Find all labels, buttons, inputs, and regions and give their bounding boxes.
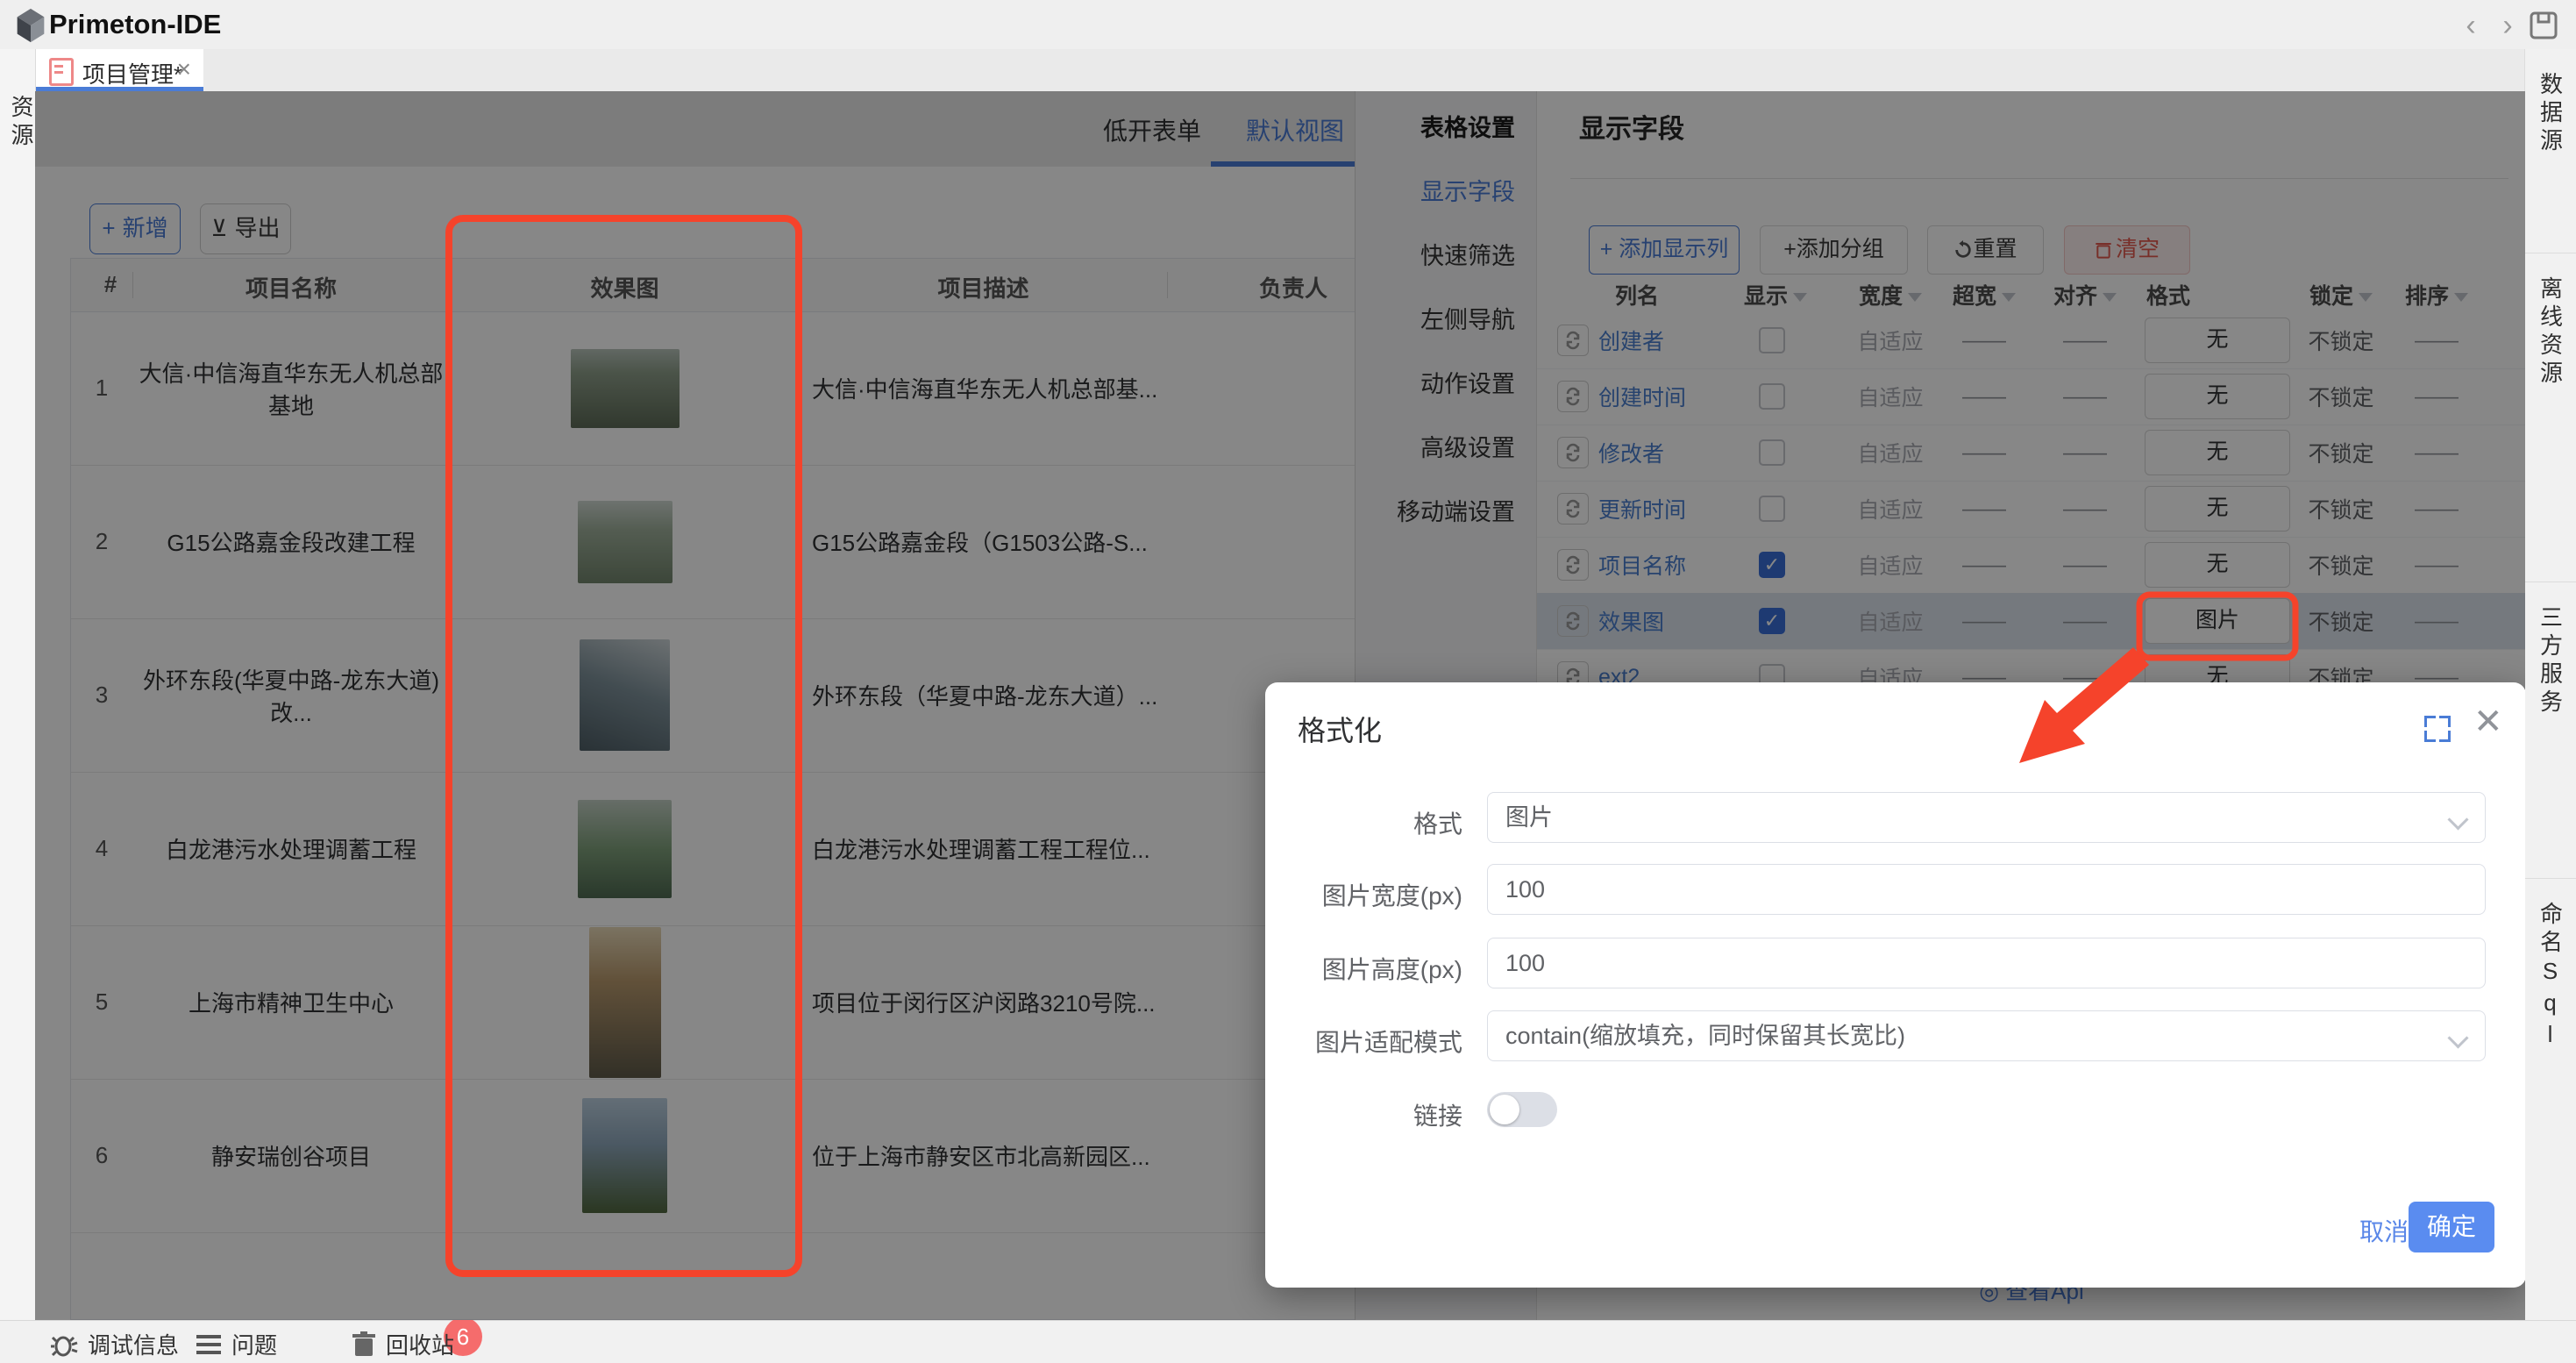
- document-icon: [49, 58, 74, 86]
- app-window: Primeton-IDE ‹ › 项目管理* × 资源 数据源 离线资源 三方服…: [0, 0, 2576, 1363]
- format-label: 格式: [1265, 805, 1462, 840]
- app-title: Primeton-IDE: [49, 9, 221, 40]
- save-icon[interactable]: [2529, 11, 2558, 40]
- image-fit-select[interactable]: contain(缩放填充，同时保留其长宽比): [1487, 1010, 2486, 1061]
- titlebar: Primeton-IDE ‹ ›: [0, 0, 2576, 50]
- format-select[interactable]: 图片: [1487, 792, 2486, 843]
- modal-close-icon[interactable]: ✕: [2473, 702, 2503, 742]
- image-fit-label: 图片适配模式: [1265, 1024, 1462, 1059]
- image-height-input[interactable]: 100: [1487, 938, 2486, 988]
- statusbar-debug-info[interactable]: 调试信息: [51, 1328, 179, 1358]
- trash-icon: [351, 1331, 377, 1359]
- right-rail: 数据源 离线资源 三方服务 命名Sql: [2524, 49, 2576, 1320]
- app-logo-icon: [11, 5, 51, 46]
- format-modal: 格式化 ✕ 格式 图片 图片宽度(px) 100 图片高度(px) 100 图片…: [1265, 682, 2525, 1288]
- chevron-down-icon: [2447, 809, 2468, 830]
- image-width-input[interactable]: 100: [1487, 864, 2486, 915]
- bug-icon: [51, 1331, 79, 1359]
- statusbar-problems[interactable]: 问题 6: [195, 1328, 277, 1358]
- editor-tabbar: 项目管理* ×: [35, 49, 2525, 92]
- tab-project-management[interactable]: 项目管理* ×: [33, 49, 203, 91]
- image-width-label: 图片宽度(px): [1265, 877, 1462, 912]
- nav-back-icon[interactable]: ‹: [2455, 9, 2487, 43]
- tab-close-icon[interactable]: ×: [177, 55, 191, 83]
- chevron-down-icon: [2447, 1027, 2468, 1048]
- modal-title: 格式化: [1298, 709, 1382, 749]
- image-height-label: 图片高度(px): [1265, 951, 1462, 986]
- statusbar: 调试信息 问题 6 回收站: [0, 1320, 2576, 1363]
- fullscreen-icon[interactable]: [2424, 716, 2451, 742]
- rail-item-resources[interactable]: 资源: [5, 95, 38, 151]
- tab-label: 项目管理*: [82, 57, 182, 89]
- rail-item-named-sql[interactable]: 命名Sql: [2525, 879, 2576, 1278]
- link-label: 链接: [1265, 1097, 1462, 1132]
- statusbar-recycle-bin[interactable]: 回收站: [351, 1328, 454, 1358]
- left-rail: 资源: [0, 49, 36, 1320]
- rail-item-offline-resources[interactable]: 离线资源: [2525, 253, 2576, 582]
- confirm-button[interactable]: 确定: [2409, 1202, 2494, 1252]
- cancel-button[interactable]: 取消: [2359, 1213, 2409, 1248]
- list-icon: [195, 1331, 223, 1359]
- rail-item-datasource[interactable]: 数据源: [2525, 49, 2576, 253]
- nav-forward-icon[interactable]: ›: [2492, 9, 2523, 43]
- link-toggle[interactable]: [1487, 1092, 1557, 1127]
- content-region: 低开表单 默认视图 +新增 ⊻导出 # 项目名称 效果图 项目描述 负责人 1 …: [35, 91, 2525, 1320]
- rail-item-third-party-services[interactable]: 三方服务: [2525, 582, 2576, 879]
